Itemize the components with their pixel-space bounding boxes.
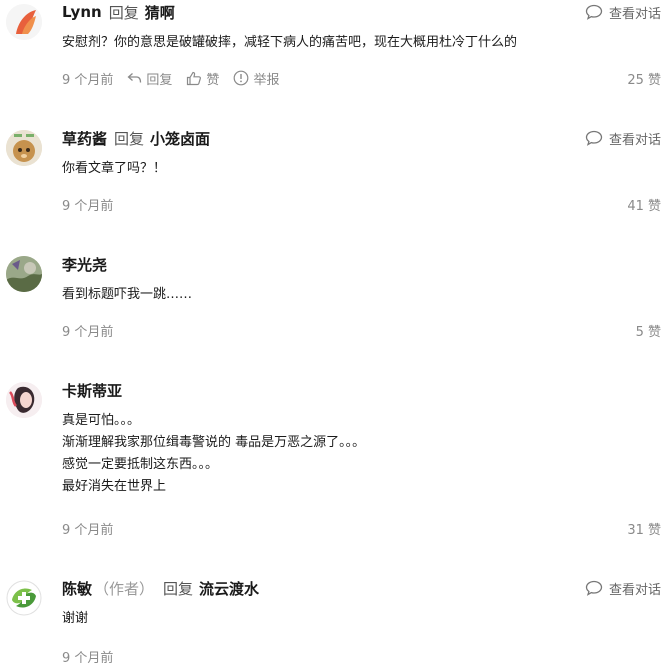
thumbs-up-icon xyxy=(187,71,202,85)
chat-bubble-icon xyxy=(585,130,603,146)
reply-word: 回复 xyxy=(108,3,139,22)
avatar-image-icon xyxy=(6,382,42,418)
comment-text: 安慰剂？你的意思是破罐破摔，减轻下病人的痛苦吧，现在大概用杜冷丁什么的 xyxy=(62,32,517,54)
reply-target-name[interactable]: 猜啊 xyxy=(145,2,175,23)
report-button[interactable]: 举报 xyxy=(233,69,279,88)
comment-text: 你看文章了吗？！ xyxy=(62,158,166,180)
comment-header: Lynn 回复 猜啊 xyxy=(62,0,175,24)
comment-meta: 9 个月前 xyxy=(62,195,114,214)
reply-label: 回复 xyxy=(146,72,173,88)
avatar[interactable] xyxy=(6,130,42,166)
comment-header: 陈敏 （作者） 回复 流云渡水 xyxy=(62,576,259,600)
avatar[interactable] xyxy=(6,382,42,418)
reply-target-name[interactable]: 流云渡水 xyxy=(199,578,259,599)
like-count: 25 赞 xyxy=(627,72,661,88)
comment-line: 真是可怕。。。 xyxy=(62,413,141,428)
report-label: 举报 xyxy=(253,72,280,88)
timestamp: 9 个月前 xyxy=(62,650,114,666)
comment-meta: 9 个月前 回复 赞 举报 xyxy=(62,69,279,88)
comment-meta: 9 个月前 xyxy=(62,647,114,666)
author-name[interactable]: 卡斯蒂亚 xyxy=(62,380,122,401)
comment-text: 谢谢 xyxy=(62,608,88,630)
reply-button[interactable]: 回复 xyxy=(127,69,172,88)
like-count: 31 赞 xyxy=(627,522,661,538)
view-conversation-button[interactable]: 查看对话 xyxy=(585,0,661,24)
like-label: 赞 xyxy=(206,72,220,88)
like-count: 5 赞 xyxy=(635,324,661,340)
reply-word: 回复 xyxy=(114,129,145,148)
author-name[interactable]: 草药酱 xyxy=(62,128,107,149)
timestamp: 9 个月前 xyxy=(62,324,114,340)
author-name[interactable]: 陈敏 xyxy=(62,578,92,599)
like-button[interactable]: 赞 xyxy=(186,69,219,88)
avatar[interactable] xyxy=(6,4,42,40)
view-conversation-label: 查看对话 xyxy=(608,582,661,598)
author-tag: （作者） xyxy=(94,579,155,598)
view-conversation-button[interactable]: 查看对话 xyxy=(585,126,661,150)
comment-line: 谢谢 xyxy=(62,611,89,626)
comment-header: 草药酱 回复 小笼卤面 xyxy=(62,126,210,150)
avatar-image-icon xyxy=(6,130,42,166)
comment-line: 感觉一定要抵制这东西。。。 xyxy=(62,457,219,472)
comment-line: 你看文章了吗？！ xyxy=(62,161,167,176)
author-name[interactable]: Lynn xyxy=(62,3,102,21)
comment-meta: 9 个月前 xyxy=(62,519,114,538)
comment-header: 卡斯蒂亚 xyxy=(62,378,122,402)
timestamp: 9 个月前 xyxy=(62,522,114,538)
comment-line: 安慰剂？你的意思是破罐破摔，减轻下病人的痛苦吧，现在大概用杜冷丁什么的 xyxy=(62,35,518,50)
avatar[interactable] xyxy=(6,256,42,292)
comment-text: 真是可怕。。。 渐渐理解我家那位缉毒警说的 毒品是万恶之源了。。。 感觉一定要抵… xyxy=(62,410,365,498)
avatar-image-icon xyxy=(6,580,42,616)
reply-arrow-icon xyxy=(127,73,142,83)
view-conversation-label: 查看对话 xyxy=(608,132,661,148)
comment-header: 李光尧 xyxy=(62,252,107,276)
avatar-image-icon xyxy=(6,4,42,40)
timestamp: 9 个月前 xyxy=(62,72,114,88)
author-name[interactable]: 李光尧 xyxy=(62,254,107,275)
comment-line: 最好消失在世界上 xyxy=(62,479,167,494)
comment-text: 看到标题吓我一跳…… xyxy=(62,284,192,306)
reply-word: 回复 xyxy=(163,579,194,598)
comment-meta: 9 个月前 xyxy=(62,321,114,340)
avatar[interactable] xyxy=(6,580,42,616)
warning-circle-icon xyxy=(234,70,249,86)
comment-line: 看到标题吓我一跳…… xyxy=(62,287,193,302)
like-count: 41 赞 xyxy=(627,198,661,214)
reply-target-name[interactable]: 小笼卤面 xyxy=(150,128,210,149)
avatar-image-icon xyxy=(6,256,42,292)
timestamp: 9 个月前 xyxy=(62,198,114,214)
chat-bubble-icon xyxy=(585,4,603,20)
chat-bubble-icon xyxy=(585,580,603,596)
view-conversation-button[interactable]: 查看对话 xyxy=(585,576,661,600)
comment-line: 渐渐理解我家那位缉毒警说的 毒品是万恶之源了。。。 xyxy=(62,435,366,450)
view-conversation-label: 查看对话 xyxy=(608,6,661,22)
